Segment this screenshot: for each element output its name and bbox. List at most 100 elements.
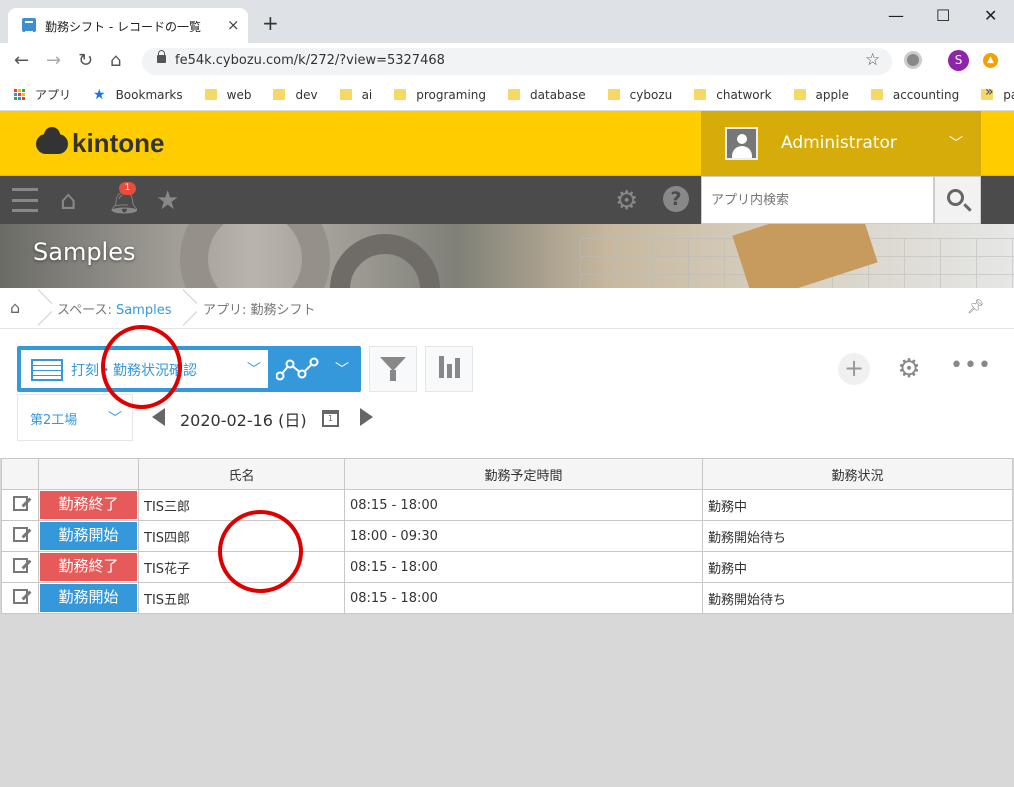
bookmark-folder-web[interactable]: web bbox=[204, 86, 252, 103]
column-header-name[interactable]: 氏名 bbox=[138, 458, 345, 490]
table-header-row: 氏名 勤務予定時間 勤務状況 bbox=[1, 458, 1013, 490]
pin-icon[interactable]: 📌︎ bbox=[967, 299, 985, 315]
folder-icon bbox=[694, 89, 707, 100]
folder-icon bbox=[793, 89, 806, 100]
back-arrow-icon[interactable]: ← bbox=[14, 50, 29, 71]
list-view-icon bbox=[31, 359, 63, 381]
start-work-button[interactable]: 勤務開始 bbox=[40, 584, 137, 612]
edit-record-icon[interactable] bbox=[12, 557, 28, 573]
app-settings-gear-icon[interactable]: ⚙ bbox=[893, 353, 925, 385]
app-favicon-icon bbox=[22, 18, 36, 33]
chevron-down-icon: ﹀ bbox=[949, 136, 963, 152]
search-button[interactable] bbox=[934, 176, 981, 224]
time-cell: 08:15 - 18:00 bbox=[344, 551, 703, 583]
folder-icon bbox=[607, 89, 620, 100]
bookmarks-overflow-icon[interactable]: » bbox=[985, 84, 994, 100]
bookmarks-list: アプリ ★ Bookmarks web dev ai programing dat… bbox=[14, 86, 1014, 103]
end-work-button[interactable]: 勤務終了 bbox=[40, 553, 137, 581]
home-icon[interactable]: ⌂ bbox=[110, 50, 121, 71]
new-tab-button[interactable]: + bbox=[262, 11, 279, 35]
reload-icon[interactable]: ↻ bbox=[78, 50, 93, 71]
filter-button[interactable] bbox=[369, 346, 417, 392]
calendar-icon[interactable]: 1 bbox=[322, 410, 339, 427]
more-options-button[interactable]: ••• bbox=[950, 353, 991, 385]
column-header-scheduled-time[interactable]: 勤務予定時間 bbox=[344, 458, 703, 490]
browser-tab[interactable]: 勤務シフト - レコードの一覧 × bbox=[8, 8, 248, 43]
kintone-logo[interactable]: kintone bbox=[36, 126, 165, 159]
table-row: 勤務開始 TIS四郎 18:00 - 09:30 勤務開始待ち bbox=[1, 520, 1013, 552]
user-menu[interactable]: Administrator ﹀ bbox=[701, 111, 981, 176]
factory-filter-value: 第2工場 bbox=[30, 413, 78, 428]
extension-icon[interactable] bbox=[904, 51, 922, 69]
start-work-button[interactable]: 勤務開始 bbox=[40, 522, 137, 550]
bookmark-folder-cybozu[interactable]: cybozu bbox=[607, 86, 672, 103]
url-text[interactable]: fe54k.cybozu.com/k/272/?view=5327468 bbox=[175, 53, 445, 68]
time-cell: 08:15 - 18:00 bbox=[344, 489, 703, 521]
tab-close-button[interactable]: × bbox=[227, 16, 240, 34]
search-icon bbox=[947, 189, 964, 206]
bookmark-folder-accounting[interactable]: accounting bbox=[870, 86, 960, 103]
breadcrumb-app[interactable]: アプリ: 勤務シフト bbox=[203, 299, 316, 318]
favorites-star-icon[interactable]: ★ bbox=[156, 186, 179, 216]
bookmark-label: web bbox=[226, 87, 252, 102]
profile-avatar[interactable]: S bbox=[948, 50, 969, 71]
next-date-arrow-icon[interactable] bbox=[360, 408, 373, 426]
status-cell: 勤務開始待ち bbox=[702, 582, 1013, 614]
graph-dropdown-chevron-icon[interactable]: ﹀ bbox=[335, 359, 349, 379]
time-cell: 08:15 - 18:00 bbox=[344, 582, 703, 614]
help-icon[interactable]: ? bbox=[663, 186, 689, 212]
add-record-button[interactable]: + bbox=[838, 353, 870, 385]
column-header-status[interactable]: 勤務状況 bbox=[702, 458, 1013, 490]
star-icon: ★ bbox=[93, 86, 106, 103]
user-name: Administrator bbox=[781, 133, 897, 153]
breadcrumb-space-link[interactable]: Samples bbox=[116, 303, 172, 318]
bookmark-star-icon[interactable]: ☆ bbox=[865, 50, 880, 70]
apps-grid-icon bbox=[14, 89, 25, 100]
maximize-button[interactable]: ☐ bbox=[936, 6, 950, 25]
breadcrumb-space: スペース: Samples bbox=[57, 299, 171, 318]
bookmark-label: ai bbox=[361, 87, 373, 102]
current-date: 2020-02-16 (日) bbox=[180, 411, 307, 430]
bookmark-label: pay bbox=[1003, 87, 1014, 102]
minimize-button[interactable]: — bbox=[888, 6, 904, 25]
update-icon[interactable]: ▲ bbox=[983, 53, 998, 68]
user-avatar-icon bbox=[725, 127, 758, 160]
end-work-button[interactable]: 勤務終了 bbox=[40, 491, 137, 519]
logo-text: kintone bbox=[72, 128, 165, 158]
window-close-button[interactable]: ✕ bbox=[984, 6, 997, 25]
bookmark-folder-apple[interactable]: apple bbox=[793, 86, 849, 103]
bar-chart-icon bbox=[439, 356, 444, 378]
edit-record-icon[interactable] bbox=[12, 588, 28, 604]
bookmark-folder-programing[interactable]: programing bbox=[394, 86, 486, 103]
table-row: 勤務開始 TIS五郎 08:15 - 18:00 勤務開始待ち bbox=[1, 582, 1013, 614]
breadcrumb-home-icon[interactable]: ⌂ bbox=[10, 298, 20, 317]
forward-arrow-icon[interactable]: → bbox=[46, 50, 61, 71]
status-cell: 勤務中 bbox=[702, 551, 1013, 583]
bookmark-folder-ai[interactable]: ai bbox=[339, 86, 373, 103]
graph-view-icon[interactable] bbox=[276, 356, 320, 382]
settings-gear-icon[interactable]: ⚙ bbox=[615, 186, 638, 216]
bookmark-folder-database[interactable]: database bbox=[508, 86, 586, 103]
app-search-input[interactable] bbox=[702, 177, 933, 223]
chevron-down-icon: ﹀ bbox=[108, 411, 122, 427]
view-selector[interactable]: 打刻・勤務状況確認 ﹀ ﹀ bbox=[17, 346, 361, 392]
factory-filter-dropdown[interactable]: 第2工場 ﹀ bbox=[17, 394, 133, 441]
menu-icon[interactable] bbox=[12, 188, 38, 212]
edit-record-icon[interactable] bbox=[12, 526, 28, 542]
bookmark-bookmarks[interactable]: ★ Bookmarks bbox=[93, 86, 183, 103]
bookmark-folder-chatwork[interactable]: chatwork bbox=[694, 86, 772, 103]
cloud-logo-icon bbox=[36, 126, 68, 154]
edit-cell bbox=[1, 582, 39, 614]
bookmark-label: accounting bbox=[892, 87, 960, 102]
breadcrumb-separator bbox=[183, 288, 197, 329]
portal-home-icon[interactable]: ⌂ bbox=[60, 186, 77, 216]
app-search-box[interactable] bbox=[701, 176, 934, 224]
action-cell: 勤務開始 bbox=[38, 520, 139, 552]
edit-cell bbox=[1, 489, 39, 521]
previous-date-arrow-icon[interactable] bbox=[152, 408, 165, 426]
edit-record-icon[interactable] bbox=[12, 495, 28, 511]
bookmark-folder-dev[interactable]: dev bbox=[273, 86, 318, 103]
graph-button[interactable] bbox=[425, 346, 473, 392]
bookmark-apps[interactable]: アプリ bbox=[14, 86, 71, 103]
lock-icon[interactable] bbox=[157, 50, 166, 63]
